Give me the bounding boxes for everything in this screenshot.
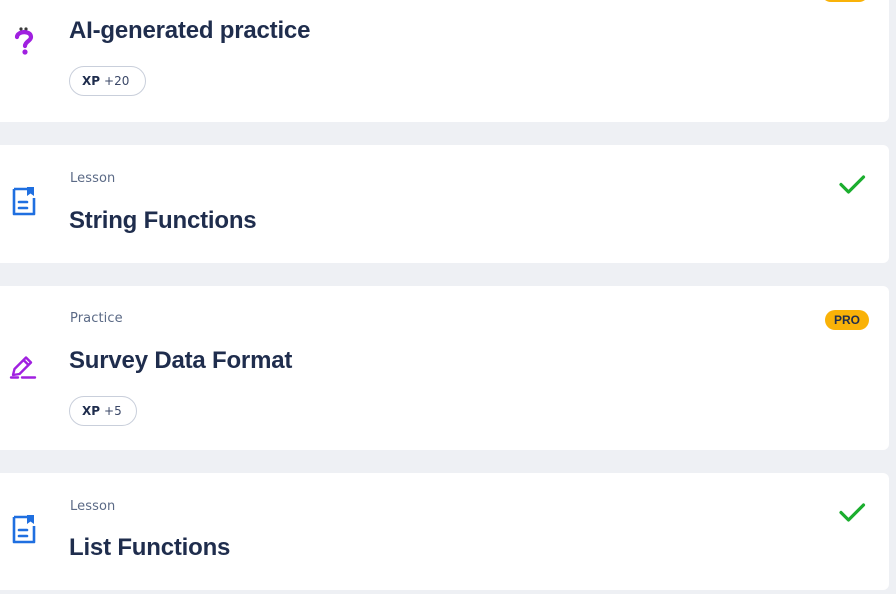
item-card-ai-generated-practice[interactable]: AI-generated practice XP +20 bbox=[0, 0, 889, 122]
item-title: List Functions bbox=[69, 534, 231, 561]
pro-badge bbox=[821, 0, 869, 2]
item-title: String Functions bbox=[69, 207, 257, 234]
xp-reward-pill: XP +5 bbox=[69, 396, 137, 426]
xp-label: XP bbox=[82, 74, 101, 88]
item-card-list-functions[interactable]: Lesson List Functions bbox=[0, 473, 889, 590]
pencil-edit-icon bbox=[7, 350, 39, 382]
item-type-label: Lesson bbox=[70, 499, 116, 514]
checkmark-icon bbox=[837, 497, 867, 527]
item-type-label: Lesson bbox=[70, 171, 116, 186]
item-title: Survey Data Format bbox=[69, 347, 293, 374]
lesson-document-icon bbox=[8, 513, 40, 545]
xp-label: XP bbox=[82, 404, 101, 418]
pro-badge: PRO bbox=[824, 310, 869, 330]
item-card-string-functions[interactable]: Lesson String Functions bbox=[0, 145, 889, 263]
checkmark-icon bbox=[837, 169, 867, 199]
lesson-document-icon bbox=[8, 185, 40, 217]
item-card-survey-data-format[interactable]: Practice Survey Data Format XP +5 PRO bbox=[0, 286, 889, 450]
item-title: AI-generated practice bbox=[69, 17, 311, 44]
xp-value: +20 bbox=[104, 74, 130, 88]
xp-reward-pill: XP +20 bbox=[69, 66, 146, 96]
xp-value: +5 bbox=[104, 404, 122, 418]
question-mark-icon bbox=[9, 24, 41, 56]
item-type-label: Practice bbox=[70, 311, 123, 326]
